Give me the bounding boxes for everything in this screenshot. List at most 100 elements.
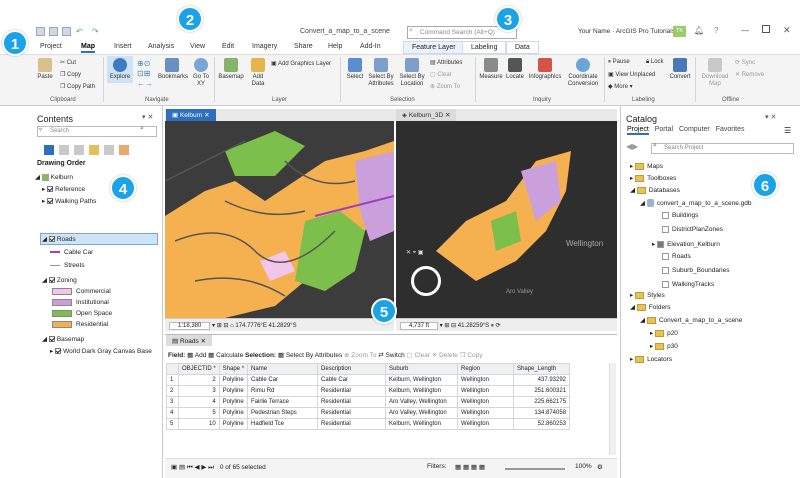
layer-zoning[interactable]: ◢ Zoning [42,276,77,284]
layer-basemap[interactable]: ◢ Basemap [42,335,84,343]
menu-icon[interactable]: ☰ [784,126,791,135]
add-field-button[interactable]: ▦ Add [187,352,206,359]
catalog-item-walkingtracks[interactable]: WalkingTracks [662,281,714,288]
column-header[interactable]: OBJECTID * [178,363,220,375]
tab-kelburn-3d[interactable]: ◈ Kelburn_3D ✕ [396,109,457,121]
tab-insert[interactable]: Insert [114,43,132,50]
download-map-button[interactable]: Download Map [700,58,730,88]
catalog-item-locators[interactable]: ▸ Locators [630,355,672,363]
catalog-item-project-folder[interactable]: ◢ Convert_a_map_to_a_scene [640,316,742,324]
minimize-icon[interactable]: — [741,26,749,35]
labeling-icon[interactable] [119,145,129,155]
undo-icon[interactable]: ↶ [76,27,83,36]
convert-labels-button[interactable]: Convert [669,58,691,81]
copy-path-button[interactable]: ❐ Copy Path [60,83,95,90]
explore-button[interactable]: Explore [107,56,133,83]
tab-computer[interactable]: Computer [679,126,710,133]
column-header[interactable]: Region [457,363,515,375]
catalog-item-elevation[interactable]: ▸ Elevation_Kelburn [652,240,720,248]
layer-world-dark-gray[interactable]: ▸ World Dark Gray Canvas Base [50,347,152,355]
catalog-item-folders[interactable]: ◢ Folders [630,303,671,311]
column-header[interactable]: Shape_Length [513,363,571,375]
user-badge[interactable]: TK [673,26,686,37]
tab-help[interactable]: Help [328,43,342,50]
tab-analysis[interactable]: Analysis [148,43,174,50]
measure-button[interactable]: Measure [479,58,503,81]
delete-rows-button[interactable]: ✕ Delete [432,352,458,359]
snapping-icon[interactable] [104,145,114,155]
checkbox[interactable] [47,198,54,205]
tab-map[interactable]: Map [81,43,95,53]
attribute-table[interactable]: OBJECTID * Shape * Name Description Subu… [166,363,571,430]
catalog-item-buildings[interactable]: Buildings [662,212,698,219]
catalog-item-roads[interactable]: Roads [662,253,691,260]
select-button[interactable]: Select [344,58,366,81]
tab-labeling[interactable]: Labeling [462,41,507,54]
table-row[interactable]: 5 10 Polyline Hadfield Tce Residential Kelbur… [166,418,571,430]
notification-icon[interactable]: 🔔︎ [694,26,704,35]
column-header[interactable]: Description [317,363,387,375]
close-icon[interactable]: ✕ [783,25,791,36]
table-nav-icons[interactable]: ▣ ▤ ⏮ ◀ ▶ ⏭ [171,464,214,471]
nav-arrows-icon[interactable]: ⊕⊙ ⊡⊞ ←→ [137,59,153,89]
zoom-slider[interactable] [505,468,565,470]
copy-button[interactable]: ❐ Copy [60,71,81,78]
switch-selection-button[interactable]: ⇄ Switch [378,352,404,359]
add-data-button[interactable]: Add Data [248,58,268,88]
selection-icon[interactable] [74,145,84,155]
tab-project[interactable]: Project [40,43,62,50]
tab-data[interactable]: Data [506,41,539,54]
column-header[interactable]: Name [247,363,319,375]
layer-roads[interactable]: ◢ Roads [42,235,76,243]
tab-imagery[interactable]: Imagery [252,43,277,50]
bookmarks-button[interactable]: Bookmarks [158,58,188,81]
remove-button[interactable]: ✕ Remove [735,71,764,78]
catalog-item-suburb-boundaries[interactable]: Suburb_Boundaries [662,267,729,274]
layer-reference[interactable]: ▸ Reference [42,185,85,193]
filter-icons[interactable]: ▦ ▦ ▦ ▦ [455,463,485,471]
table-row[interactable]: 2 3 Polyline Rimu Rd Residential Kelburn, Wel… [166,385,571,397]
more-labeling-button[interactable]: ◆ More ▾ [608,83,633,90]
drawing-order-icon[interactable] [44,145,54,155]
tab-feature-layer[interactable]: Feature Layer [403,41,465,54]
redo-icon[interactable]: ↷ [92,27,99,36]
maximize-icon[interactable] [762,25,770,33]
quick-access-open-icon[interactable] [49,27,58,36]
catalog-search-input[interactable]: Search Project [651,143,794,154]
tab-favorites[interactable]: Favorites [716,126,745,133]
pane-controls-icon[interactable]: ▾ ✕ [142,113,153,121]
clear-table-selection-button[interactable]: ▢ Clear [407,352,431,359]
back-forward-icon[interactable]: ◀▶ [626,142,638,151]
pane-controls-icon[interactable]: ▾ ✕ [765,113,776,121]
layer-walking-paths[interactable]: ▸ Walking Paths [42,197,96,205]
infographics-button[interactable]: Infographics [527,58,563,81]
checkbox[interactable] [48,277,55,284]
copy-rows-button[interactable]: ❐ Copy [460,352,483,359]
table-row[interactable]: 4 5 Polyline Pedestrian Steps Residential Aro… [166,407,571,419]
map-view-2d[interactable] [165,121,394,318]
locate-button[interactable]: Locate [504,58,526,81]
catalog-item-p30[interactable]: ▸ p30 [650,342,678,350]
catalog-item-maps[interactable]: ▸ Maps [630,162,663,170]
checkbox[interactable] [48,336,55,343]
tab-roads-table[interactable]: ▤ Roads ✕ [166,335,213,346]
goto-xy-button[interactable]: Go To XY [192,58,210,88]
contents-view-icons[interactable] [44,145,144,157]
sync-button[interactable]: ⟳ Sync [735,59,755,66]
quick-access-save-icon[interactable] [62,27,71,36]
tab-project-catalog[interactable]: Project [627,126,649,135]
paste-button[interactable]: Paste [35,58,55,81]
column-header[interactable]: Shape * [218,363,249,375]
tab-edit[interactable]: Edit [222,43,234,50]
select-by-attributes-table-button[interactable]: ▦ Select By Attributes [278,352,342,359]
pause-labeling-button[interactable]: ⏸ Pause [608,59,630,66]
attribute-table-grid[interactable]: OBJECTID * Shape * Name Description Subu… [166,363,578,455]
table-row[interactable]: 3 4 Polyline Fairlie Terrace Residential Aro … [166,396,571,408]
data-source-icon[interactable] [59,145,69,155]
tab-kelburn-map[interactable]: ▣ Kelburn ✕ [166,109,216,121]
tab-portal[interactable]: Portal [655,126,673,133]
scene-view-3d[interactable]: Wellington Aro Valley ✕ ⌖ ▣ [396,121,617,318]
help-icon[interactable]: ? [714,26,718,35]
catalog-item-gdb[interactable]: ◢ convert_a_map_to_a_scene.gdb [640,199,752,208]
zoom-to-selection-button[interactable]: ⊕ Zoom To [430,83,460,90]
